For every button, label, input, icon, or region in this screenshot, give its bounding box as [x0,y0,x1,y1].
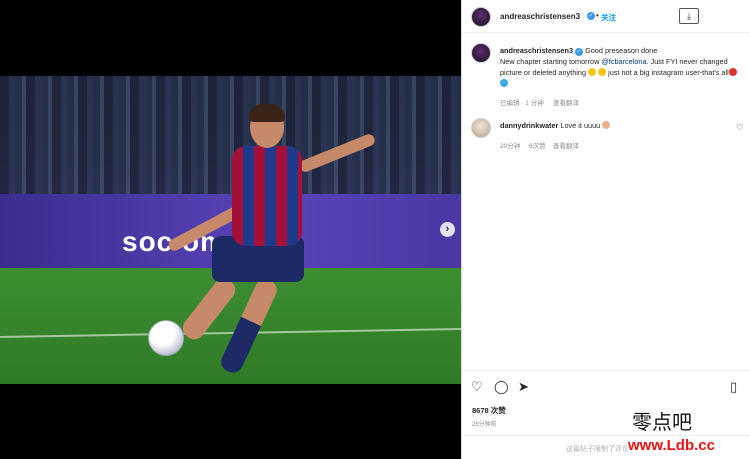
emoji-face-icon [588,68,597,76]
caption-avatar[interactable] [471,43,491,63]
caption-line3: just not a big instagram user-that's all [606,68,729,77]
bookmark-icon[interactable]: ▯ [730,380,737,394]
player-hair [249,104,285,122]
chevron-right-icon[interactable]: › [440,222,455,237]
comment-likes[interactable]: 6次赞 [529,140,546,150]
comment-username[interactable]: dannydrinkwater [500,121,558,130]
follow-button[interactable]: 关注 [601,12,616,23]
download-icon[interactable]: ⤓ [679,8,699,24]
post-details-panel: andreaschristensen3 ✓ • 关注 ⤓ andreaschri… [461,0,750,459]
photo-crowd [0,76,461,201]
send-icon[interactable]: ➤ [518,380,529,394]
caption-username[interactable]: andreaschristensen3 [500,46,573,55]
comment-icon[interactable]: ◯ [494,380,509,394]
caption-translate-link[interactable]: 查看翻译 [553,97,579,107]
emoji-face-icon [602,121,611,129]
author-username[interactable]: andreaschristensen3 [500,12,580,21]
caption-edited-time: 已编辑 · 1 分钟 [500,100,544,107]
caption-line1: Good preseason done [585,46,658,55]
emoji-face-icon [598,68,607,76]
emoji-blue-circle-icon [500,79,508,87]
verified-badge-icon: ✓ [575,48,584,56]
commenter-avatar[interactable] [471,118,491,138]
likes-count[interactable]: 8678 次赞 [472,405,506,416]
author-avatar[interactable] [471,7,491,27]
header-separator: • [596,11,599,20]
watermark-logo-text: 零点吧 [632,410,692,434]
mention-link[interactable]: @fcbarcelona [601,57,646,66]
emoji-red-circle-icon [728,68,737,76]
posted-time: 26分钟前 [472,422,497,428]
football [148,320,184,356]
comment-time: 20分钟 [500,143,521,150]
post-photo[interactable]: soc om [0,76,461,384]
comment-translate-link[interactable]: 查看翻译 [553,140,579,150]
comments-restricted-text: 这篇帖子限制了评论 [566,446,629,453]
post-header: andreaschristensen3 ✓ • 关注 ⤓ [462,0,750,33]
verified-badge-icon: ✓ [587,12,595,20]
instagram-post-viewer: soc om › andreaschristensen3 ✓ • 关注 ⤓ an… [0,0,750,459]
post-media-area: soc om › [0,0,461,459]
watermark-url: www.Ldb.cc [628,437,715,454]
player-jersey [232,146,302,246]
post-caption: andreaschristensen3 ✓ Good preseason don… [500,45,740,89]
comment-text: Love it uuuu [560,121,601,130]
heart-icon[interactable]: ♡ [471,380,483,394]
caption-line2-pre: New chapter starting tomorrow [500,57,602,66]
comment-heart-icon[interactable]: ♡ [736,123,743,132]
comment-item: dannydrinkwater Love it uuuu [500,121,611,130]
